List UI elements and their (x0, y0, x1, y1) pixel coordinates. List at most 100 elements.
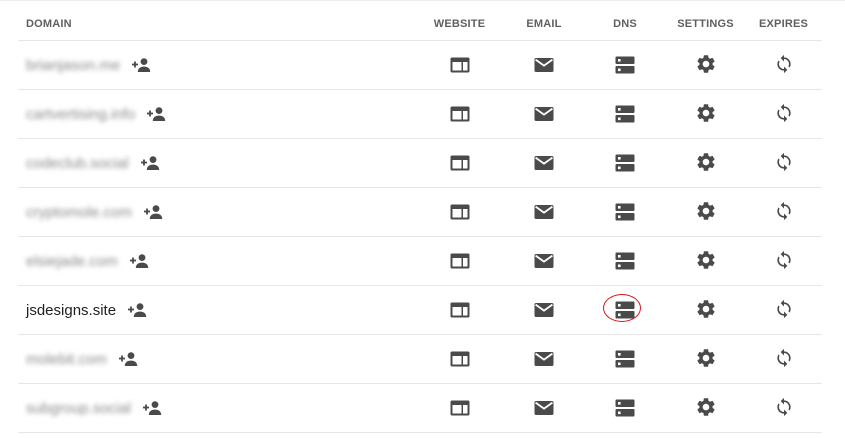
website-icon[interactable] (446, 100, 474, 128)
dns-icon[interactable] (611, 394, 639, 422)
top-divider (0, 0, 845, 1)
sync-icon[interactable] (770, 295, 798, 323)
email-icon[interactable] (530, 345, 558, 373)
expires-cell (745, 334, 822, 384)
website-icon[interactable] (446, 394, 474, 422)
expires-cell (745, 89, 822, 139)
website-cell (415, 285, 504, 335)
website-cell (415, 187, 504, 237)
email-icon[interactable] (530, 51, 558, 79)
website-icon[interactable] (446, 345, 474, 373)
gear-icon[interactable] (692, 197, 720, 225)
domain-name[interactable]: elsiejade.com (26, 253, 118, 270)
expires-cell (745, 138, 822, 188)
settings-cell (666, 138, 745, 188)
expires-cell (745, 285, 822, 335)
header-dns: DNS (584, 8, 666, 41)
sync-icon[interactable] (770, 344, 798, 372)
email-icon[interactable] (530, 247, 558, 275)
email-icon[interactable] (530, 149, 558, 177)
sync-icon[interactable] (770, 197, 798, 225)
gear-icon[interactable] (692, 50, 720, 78)
domain-name[interactable]: subgroup.social (26, 400, 131, 417)
dns-cell (584, 285, 666, 335)
person-add-icon[interactable] (128, 252, 150, 270)
dns-cell (584, 89, 666, 139)
sync-icon[interactable] (770, 246, 798, 274)
dns-cell (584, 334, 666, 384)
domain-name[interactable]: molebit.com (26, 351, 107, 368)
email-icon[interactable] (530, 394, 558, 422)
person-add-icon[interactable] (130, 56, 152, 74)
sync-icon[interactable] (770, 99, 798, 127)
website-icon[interactable] (446, 149, 474, 177)
domain-name[interactable]: cartvertising.info (26, 106, 135, 123)
domain-name[interactable]: jsdesigns.site (26, 302, 116, 319)
domain-cell: cartvertising.info (18, 89, 415, 139)
email-icon[interactable] (530, 100, 558, 128)
dns-cell (584, 138, 666, 188)
settings-cell (666, 187, 745, 237)
header-expires: EXPIRES (745, 8, 822, 41)
dns-cell (584, 40, 666, 90)
gear-icon[interactable] (692, 99, 720, 127)
dns-icon[interactable] (611, 345, 639, 373)
dns-icon[interactable] (611, 100, 639, 128)
domain-cell: codeclub.social (18, 138, 415, 188)
website-cell (415, 334, 504, 384)
dns-icon[interactable] (611, 51, 639, 79)
sync-icon[interactable] (770, 148, 798, 176)
domain-name[interactable]: cryptomole.com (26, 204, 132, 221)
table-header-row: DOMAIN WEBSITE EMAIL DNS SETTINGS EXPIRE… (18, 8, 822, 41)
domain-wrap: jsdesigns.site (26, 301, 415, 319)
dns-cell (584, 383, 666, 433)
email-cell (504, 40, 584, 90)
domain-cell: molebit.com (18, 334, 415, 384)
gear-icon[interactable] (692, 393, 720, 421)
domain-name[interactable]: codeclub.social (26, 155, 129, 172)
settings-cell (666, 383, 745, 433)
dns-icon[interactable] (611, 247, 639, 275)
email-cell (504, 89, 584, 139)
website-cell (415, 236, 504, 286)
domain-cell: brianjason.me (18, 40, 415, 90)
table-row: elsiejade.com (18, 236, 822, 286)
person-add-icon[interactable] (145, 105, 167, 123)
table-row: jsdesigns.site (18, 285, 822, 335)
sync-icon[interactable] (770, 393, 798, 421)
website-icon[interactable] (446, 296, 474, 324)
domains-page: DOMAIN WEBSITE EMAIL DNS SETTINGS EXPIRE… (0, 0, 845, 438)
domain-cell: subgroup.social (18, 383, 415, 433)
gear-icon[interactable] (692, 344, 720, 372)
website-cell (415, 40, 504, 90)
website-icon[interactable] (446, 247, 474, 275)
email-cell (504, 334, 584, 384)
gear-icon[interactable] (692, 246, 720, 274)
table-row: subgroup.social (18, 383, 822, 433)
gear-icon[interactable] (692, 148, 720, 176)
website-cell (415, 89, 504, 139)
dns-icon[interactable] (611, 149, 639, 177)
domain-wrap: molebit.com (26, 350, 415, 368)
email-icon[interactable] (530, 296, 558, 324)
person-add-icon[interactable] (139, 154, 161, 172)
domain-wrap: elsiejade.com (26, 252, 415, 270)
email-icon[interactable] (530, 198, 558, 226)
website-icon[interactable] (446, 51, 474, 79)
domain-wrap: subgroup.social (26, 399, 415, 417)
gear-icon[interactable] (692, 295, 720, 323)
dns-icon[interactable] (603, 294, 641, 324)
expires-cell (745, 40, 822, 90)
person-add-icon[interactable] (117, 350, 139, 368)
person-add-icon[interactable] (142, 203, 164, 221)
domain-cell: elsiejade.com (18, 236, 415, 286)
person-add-icon[interactable] (126, 301, 148, 319)
header-email: EMAIL (504, 8, 584, 41)
table-row: codeclub.social (18, 138, 822, 188)
sync-icon[interactable] (770, 50, 798, 78)
person-add-icon[interactable] (141, 399, 163, 417)
dns-icon[interactable] (611, 198, 639, 226)
domain-name[interactable]: brianjason.me (26, 57, 120, 74)
website-icon[interactable] (446, 198, 474, 226)
email-cell (504, 138, 584, 188)
